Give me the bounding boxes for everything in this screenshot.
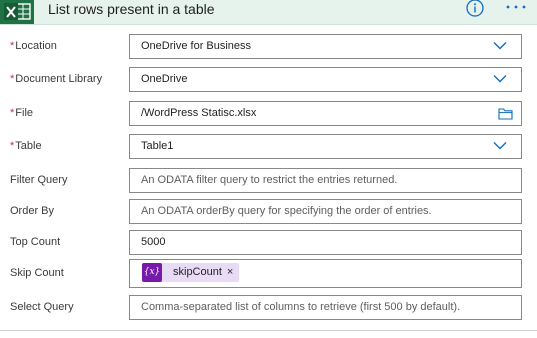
remove-token-icon[interactable]: × [227, 263, 233, 282]
order-by-placeholder: An ODATA orderBy query for specifying th… [141, 205, 432, 217]
order-by-row: Order By An ODATA orderBy query for spec… [0, 199, 537, 231]
filter-query-placeholder: An ODATA filter query to restrict the en… [141, 174, 398, 186]
required-marker: * [10, 40, 15, 52]
document-library-dropdown[interactable]: OneDrive [129, 67, 522, 92]
order-by-label: Order By [10, 205, 55, 217]
table-dropdown[interactable]: Table1 [129, 134, 522, 159]
required-marker: * [10, 107, 15, 119]
required-marker: * [10, 140, 15, 152]
card-bottom-border [0, 330, 537, 331]
select-query-placeholder: Comma-separated list of columns to retri… [141, 301, 461, 313]
file-label-text: File [15, 107, 34, 119]
token-name: skipCount [173, 266, 222, 278]
table-row: *Table Table1 [0, 134, 537, 166]
location-label-text: Location [15, 40, 57, 52]
chevron-down-icon[interactable] [493, 74, 507, 83]
table-label-text: Table [15, 140, 42, 152]
order-by-input[interactable]: An ODATA orderBy query for specifying th… [129, 199, 522, 224]
file-label: *File [10, 106, 33, 120]
location-label: *Location [10, 39, 57, 53]
top-count-row: Top Count 5000 [0, 230, 537, 262]
file-picker[interactable]: /WordPress Statisc.xlsx [129, 101, 522, 126]
select-query-row: Select Query Comma-separated list of col… [0, 295, 537, 327]
table-label: *Table [10, 139, 42, 153]
chevron-down-icon[interactable] [493, 41, 507, 50]
top-count-input[interactable]: 5000 [129, 230, 522, 255]
excel-icon [0, 0, 34, 24]
file-row: *File /WordPress Statisc.xlsx [0, 101, 537, 133]
filter-query-input[interactable]: An ODATA filter query to restrict the en… [129, 168, 522, 193]
select-query-label: Select Query [10, 301, 74, 313]
variable-icon: {x} [142, 263, 162, 282]
location-dropdown[interactable]: OneDrive for Business [129, 34, 522, 59]
filter-query-row: Filter Query An ODATA filter query to re… [0, 168, 537, 200]
top-count-value: 5000 [141, 236, 166, 248]
document-library-label-text: Document Library [15, 73, 103, 85]
filter-query-label: Filter Query [10, 174, 68, 186]
dynamic-content-token[interactable]: {x} skipCount × [142, 263, 240, 282]
folder-icon[interactable] [498, 107, 513, 120]
info-icon[interactable] [465, 0, 485, 18]
document-library-row: *Document Library OneDrive [0, 67, 537, 99]
chevron-down-icon[interactable] [493, 141, 507, 150]
action-card: List rows present in a table *Location O… [0, 0, 537, 338]
required-marker: * [10, 73, 15, 85]
file-value: /WordPress Statisc.xlsx [141, 107, 257, 119]
document-library-value: OneDrive [141, 73, 188, 85]
card-header[interactable]: List rows present in a table [0, 0, 537, 25]
table-value: Table1 [141, 140, 174, 152]
top-count-label: Top Count [10, 236, 61, 248]
skip-count-input[interactable]: {x} skipCount × [129, 259, 522, 288]
more-options-icon[interactable] [504, 0, 528, 16]
select-query-input[interactable]: Comma-separated list of columns to retri… [129, 295, 522, 320]
card-title: List rows present in a table [48, 1, 215, 17]
skip-count-label: Skip Count [10, 267, 64, 279]
location-value: OneDrive for Business [141, 40, 252, 52]
skip-count-row: Skip Count {x} skipCount × [0, 259, 537, 291]
document-library-label: *Document Library [10, 72, 102, 86]
location-row: *Location OneDrive for Business [0, 34, 537, 66]
